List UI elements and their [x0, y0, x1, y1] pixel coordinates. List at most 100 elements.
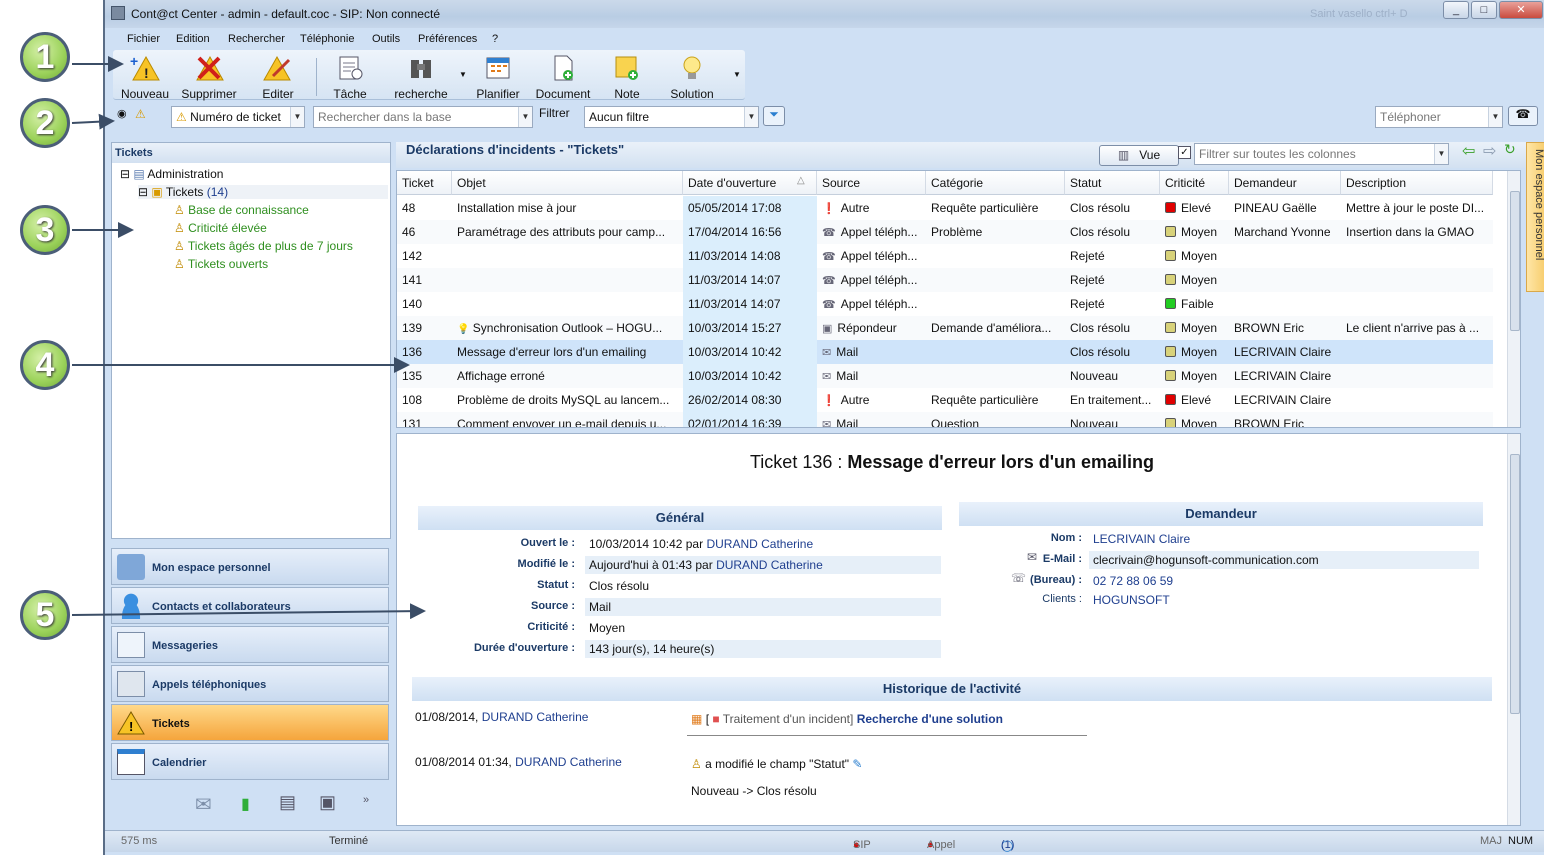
filter-label: Filtrer [539, 106, 570, 120]
modifie-user-link[interactable]: DURAND Catherine [716, 558, 823, 572]
cell-demandeur [1229, 244, 1341, 268]
email-label: E-Mail : [1042, 553, 1082, 565]
filter-all-checkbox[interactable]: ✓ [1178, 146, 1191, 159]
table-row[interactable]: 135 Affichage erroné 10/03/2014 10:42 ✉ Mail… [397, 364, 1493, 388]
cell-source: ☎ Appel téléph... [822, 297, 918, 311]
col-source[interactable]: Source [817, 171, 926, 195]
table-row[interactable]: 108 Problème de droits MySQL au lancem...… [397, 388, 1493, 412]
recherche-dropdown-icon[interactable]: ▼ [459, 70, 467, 79]
ouvert-user-link[interactable]: DURAND Catherine [706, 537, 813, 551]
nav-mini-icons: ✉ ▮ ▤ ▣ » [195, 790, 375, 820]
note-button[interactable]: Note [607, 54, 647, 101]
document-button[interactable]: Document [533, 54, 593, 101]
history2-entry: ♙ a modifié le champ "Statut" ✎ [691, 757, 863, 771]
cell-date: 02/01/2014 16:39 [683, 412, 817, 427]
cell-categorie: Demande d'améliora... [931, 321, 1052, 335]
cell-date: 11/03/2014 14:07 [683, 292, 817, 316]
filter-funnel-icon[interactable]: ⏷ [763, 106, 785, 126]
refresh-icon[interactable]: ↻ [1504, 141, 1516, 158]
source-icon: ❗ [822, 395, 836, 407]
table-row[interactable]: 131 Comment envoyer un e-mail depuis u...… [397, 412, 1493, 428]
more-chevron-icon[interactable]: » [363, 794, 369, 806]
col-demandeur[interactable]: Demandeur [1229, 171, 1341, 195]
history1-title-link[interactable]: Recherche d'une solution [857, 712, 1003, 726]
mail-mini-icon[interactable]: ✉ [195, 792, 212, 817]
criticity-indicator-icon [1165, 226, 1176, 237]
back-arrow-icon[interactable]: ⇦ [1462, 141, 1475, 161]
ticket-detail: Ticket 136 : Message d'erreur lors d'un … [396, 433, 1521, 826]
close-button[interactable]: ✕ [1499, 1, 1543, 19]
col-statut[interactable]: Statut [1065, 171, 1160, 195]
minimize-button[interactable]: _ [1443, 1, 1469, 19]
nom-value[interactable]: LECRIVAIN Claire [1089, 530, 1479, 548]
criticity-indicator-icon [1165, 394, 1176, 405]
clients-value[interactable]: HOGUNSOFT [1089, 591, 1479, 609]
cell-date: 11/03/2014 14:08 [683, 244, 817, 268]
solution-button[interactable]: Solution [667, 54, 717, 101]
history1-user-link[interactable]: DURAND Catherine [482, 710, 589, 724]
general-section-header: Général [418, 506, 942, 530]
grid-scrollbar[interactable] [1507, 171, 1520, 427]
ouvert-label: Ouvert le : [520, 537, 575, 549]
bureau-value[interactable]: 02 72 88 06 59 [1089, 572, 1479, 590]
dial-button[interactable]: ☎ [1508, 106, 1538, 126]
vue-button[interactable]: ▥ Vue [1099, 145, 1179, 166]
cell-demandeur [1229, 268, 1341, 292]
filter-all-columns-input[interactable]: Filtrer sur toutes les colonnes ▼ [1194, 143, 1449, 165]
filter-select[interactable]: Aucun filtre ▼ [584, 106, 759, 128]
task-mini-icon[interactable]: ▤ [279, 792, 296, 813]
table-row[interactable]: 48 Installation mise à jour 05/05/2014 17:… [397, 196, 1493, 220]
history2-user-link[interactable]: DURAND Catherine [515, 755, 622, 769]
nav-calendrier[interactable]: Calendrier [111, 743, 389, 780]
phone-input[interactable]: Téléphoner ▼ [1375, 106, 1503, 128]
cell-statut: Clos résolu [1070, 321, 1131, 335]
cell-source: ✉ Mail [822, 369, 859, 383]
phone-icon [117, 671, 145, 697]
terminal-mini-icon[interactable]: ▣ [319, 792, 336, 813]
cell-source: ✉ Mail [822, 345, 859, 359]
cell-crit: Elevé [1160, 196, 1229, 220]
cell-demandeur [1229, 292, 1341, 316]
table-row[interactable]: 140 11/03/2014 14:07 ☎ Appel téléph... Rejet… [397, 292, 1493, 316]
maximize-button[interactable]: □ [1471, 1, 1497, 19]
statut-label: Statut : [537, 579, 575, 591]
email-value[interactable]: clecrivain@hogunsoft-communication.com [1089, 551, 1479, 569]
history2-change: Nouveau -> Clos résolu [691, 784, 817, 798]
col-description[interactable]: Description [1341, 171, 1493, 195]
table-row[interactable]: 141 11/03/2014 14:07 ☎ Appel téléph... Rejet… [397, 268, 1493, 292]
menu-help[interactable]: ? [492, 33, 498, 45]
nav-tickets[interactable]: ! Tickets [111, 704, 389, 741]
col-criticite[interactable]: Criticité [1160, 171, 1229, 195]
num-indicator: NUM [1508, 835, 1534, 847]
cell-statut: Nouveau [1070, 369, 1119, 383]
cell-statut: Clos résolu [1070, 345, 1131, 359]
cell-statut: Clos résolu [1070, 201, 1131, 215]
col-categorie[interactable]: Catégorie [926, 171, 1065, 195]
cell-categorie: Question [931, 417, 980, 428]
table-row[interactable]: 136 Message d'erreur lors d'un emailing 10… [397, 340, 1493, 364]
planifier-button[interactable]: Planifier [473, 54, 523, 101]
forward-arrow-icon[interactable]: ⇨ [1483, 141, 1496, 161]
cell-categorie [926, 292, 1065, 316]
cell-date: 10/03/2014 15:27 [683, 316, 817, 340]
history1-date: 01/08/2014, DURAND Catherine [415, 710, 589, 724]
solution-dropdown-icon[interactable]: ▼ [733, 70, 741, 79]
col-objet[interactable]: Objet [452, 171, 683, 195]
nav-appels[interactable]: Appels téléphoniques [111, 665, 389, 702]
source-icon: ✉ [822, 371, 832, 383]
blurred-title: Saint vasello ctrl+ D [1310, 8, 1408, 20]
mon-espace-sidebar-tab[interactable]: Mon espace personnel [1526, 142, 1544, 292]
cell-demandeur: LECRIVAIN Claire [1234, 393, 1332, 407]
scroll-thumb[interactable] [1510, 191, 1520, 331]
table-row[interactable]: 46 Paramétrage des attributs pour camp...… [397, 220, 1493, 244]
table-row[interactable]: 139 💡 Synchronisation Outlook – HOGU... 10… [397, 316, 1493, 340]
cell-categorie: Requête particulière [931, 201, 1039, 215]
detail-scrollbar[interactable] [1507, 434, 1520, 825]
criticity-indicator-icon [1165, 298, 1176, 309]
cell-categorie [926, 244, 1065, 268]
chart-mini-icon[interactable]: ▮ [241, 794, 250, 814]
scroll-thumb[interactable] [1510, 454, 1520, 714]
cell-statut: Rejeté [1070, 273, 1105, 287]
table-row[interactable]: 142 11/03/2014 14:08 ☎ Appel téléph... Rejet… [397, 244, 1493, 268]
cell-date: 11/03/2014 14:07 [683, 268, 817, 292]
